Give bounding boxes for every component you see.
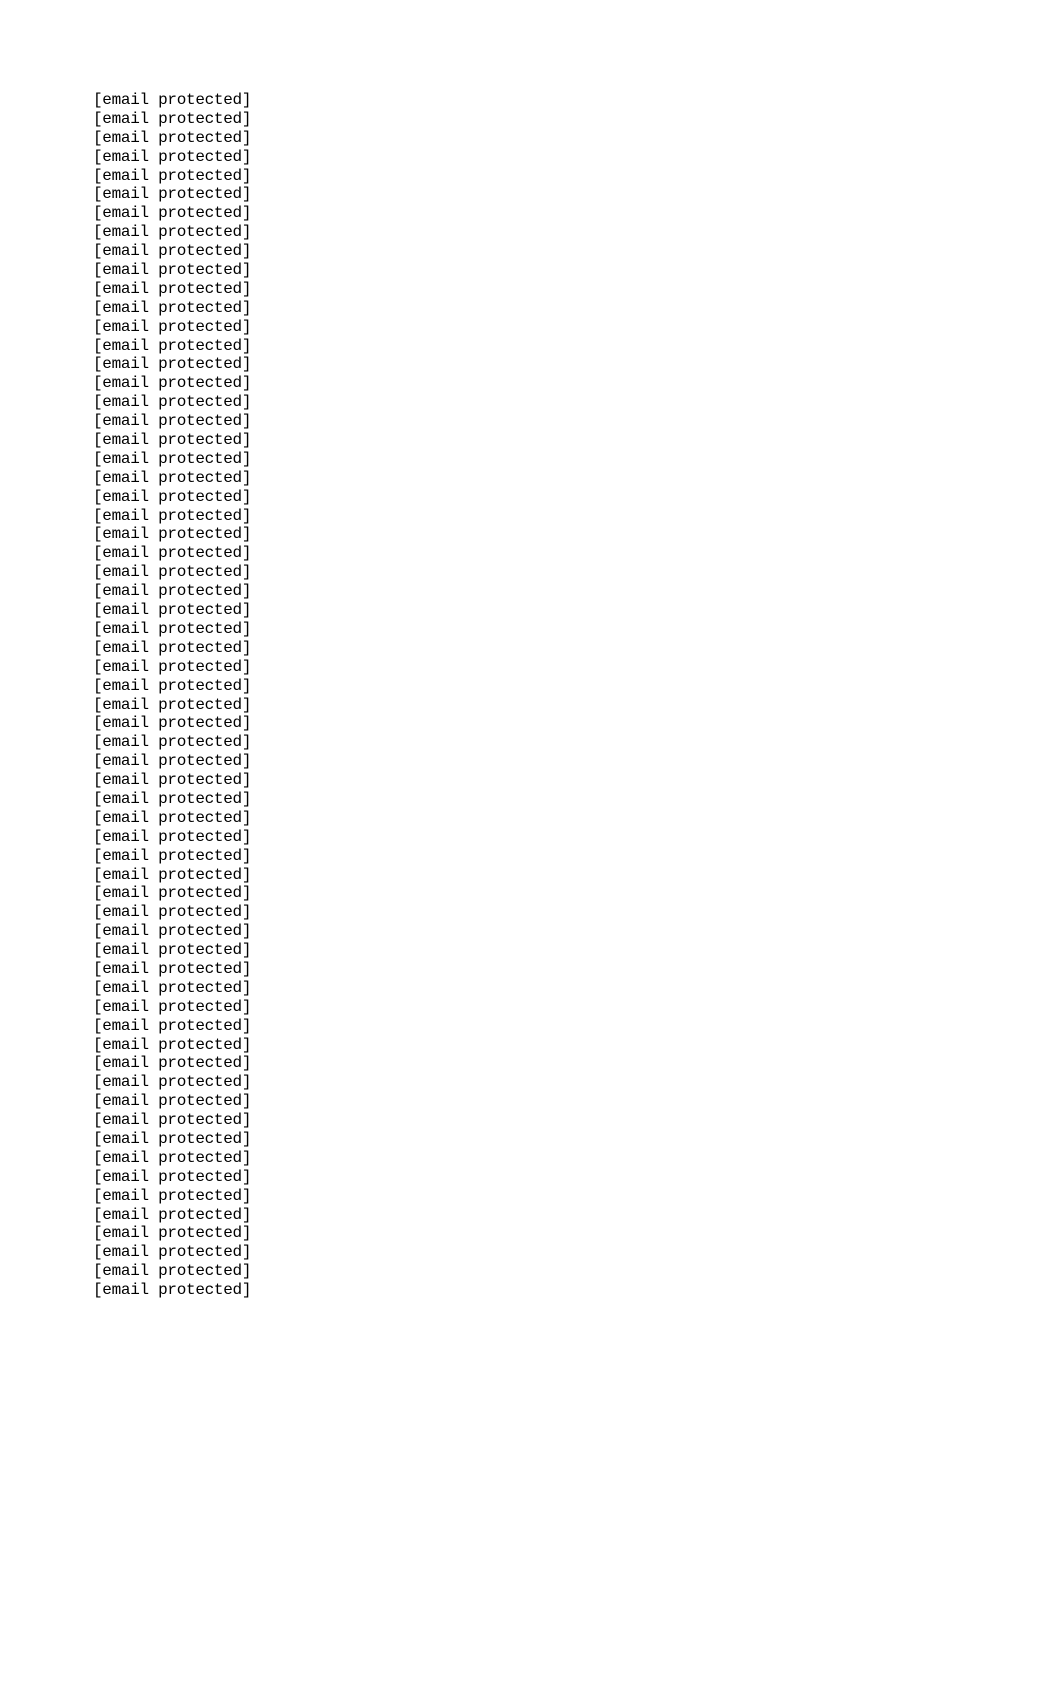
- email-protected-line: [email protected]: [93, 695, 252, 714]
- email-protected-line: [email protected]: [93, 884, 252, 903]
- email-protected-line: [email protected]: [93, 1016, 252, 1035]
- email-protected-line: [email protected]: [93, 147, 252, 166]
- email-protected-line: [email protected]: [93, 298, 252, 317]
- email-protected-line: [email protected]: [93, 1224, 252, 1243]
- email-protected-line: [email protected]: [93, 336, 252, 355]
- email-protected-line: [email protected]: [93, 771, 252, 790]
- email-protected-line: [email protected]: [93, 317, 252, 336]
- email-protected-line: [email protected]: [93, 449, 252, 468]
- email-protected-line: [email protected]: [93, 733, 252, 752]
- email-list: [email protected] [email protected] [email…: [93, 91, 251, 1300]
- email-protected-line: [email protected]: [93, 1262, 252, 1281]
- email-protected-line: [email protected]: [93, 1035, 252, 1054]
- email-protected-line: [email protected]: [93, 1129, 252, 1148]
- email-protected-line: [email protected]: [93, 355, 252, 374]
- email-protected-line: [email protected]: [93, 1054, 252, 1073]
- email-protected-line: [email protected]: [93, 582, 252, 601]
- email-protected-line: [email protected]: [93, 91, 252, 109]
- email-protected-line: [email protected]: [93, 412, 252, 431]
- email-protected-line: [email protected]: [93, 128, 252, 147]
- email-protected-line: [email protected]: [93, 1092, 252, 1111]
- email-protected-line: [email protected]: [93, 242, 252, 261]
- email-protected-line: [email protected]: [93, 1111, 252, 1130]
- email-protected-line: [email protected]: [93, 601, 252, 620]
- email-protected-line: [email protected]: [93, 1281, 252, 1300]
- email-protected-line: [email protected]: [93, 468, 252, 487]
- email-protected-line: [email protected]: [93, 204, 252, 223]
- email-protected-line: [email protected]: [93, 941, 252, 960]
- email-protected-line: [email protected]: [93, 544, 252, 563]
- email-protected-line: [email protected]: [93, 676, 252, 695]
- email-protected-line: [email protected]: [93, 959, 252, 978]
- email-protected-line: [email protected]: [93, 997, 252, 1016]
- email-protected-line: [email protected]: [93, 922, 252, 941]
- email-protected-line: [email protected]: [93, 1186, 252, 1205]
- email-protected-line: [email protected]: [93, 638, 252, 657]
- email-protected-line: [email protected]: [93, 279, 252, 298]
- email-protected-line: [email protected]: [93, 487, 252, 506]
- email-protected-line: [email protected]: [93, 563, 252, 582]
- email-protected-line: [email protected]: [93, 1205, 252, 1224]
- email-protected-line: [email protected]: [93, 525, 252, 544]
- email-protected-line: [email protected]: [93, 506, 252, 525]
- email-protected-line: [email protected]: [93, 903, 252, 922]
- email-protected-line: [email protected]: [93, 1167, 252, 1186]
- email-protected-line: [email protected]: [93, 261, 252, 280]
- email-protected-line: [email protected]: [93, 619, 252, 638]
- email-protected-line: [email protected]: [93, 1073, 252, 1092]
- email-protected-line: [email protected]: [93, 714, 252, 733]
- email-protected-line: [email protected]: [93, 166, 252, 185]
- email-protected-line: [email protected]: [93, 752, 252, 771]
- email-protected-line: [email protected]: [93, 808, 252, 827]
- email-protected-line: [email protected]: [93, 431, 252, 450]
- email-protected-line: [email protected]: [93, 1243, 252, 1262]
- email-protected-line: [email protected]: [93, 393, 252, 412]
- email-protected-line: [email protected]: [93, 374, 252, 393]
- email-protected-line: [email protected]: [93, 657, 252, 676]
- email-protected-line: [email protected]: [93, 223, 252, 242]
- email-protected-line: [email protected]: [93, 109, 252, 128]
- email-protected-line: [email protected]: [93, 827, 252, 846]
- email-protected-line: [email protected]: [93, 865, 252, 884]
- email-protected-line: [email protected]: [93, 789, 252, 808]
- email-protected-line: [email protected]: [93, 846, 252, 865]
- email-protected-line: [email protected]: [93, 185, 252, 204]
- email-protected-line: [email protected]: [93, 978, 252, 997]
- email-protected-line: [email protected]: [93, 1148, 252, 1167]
